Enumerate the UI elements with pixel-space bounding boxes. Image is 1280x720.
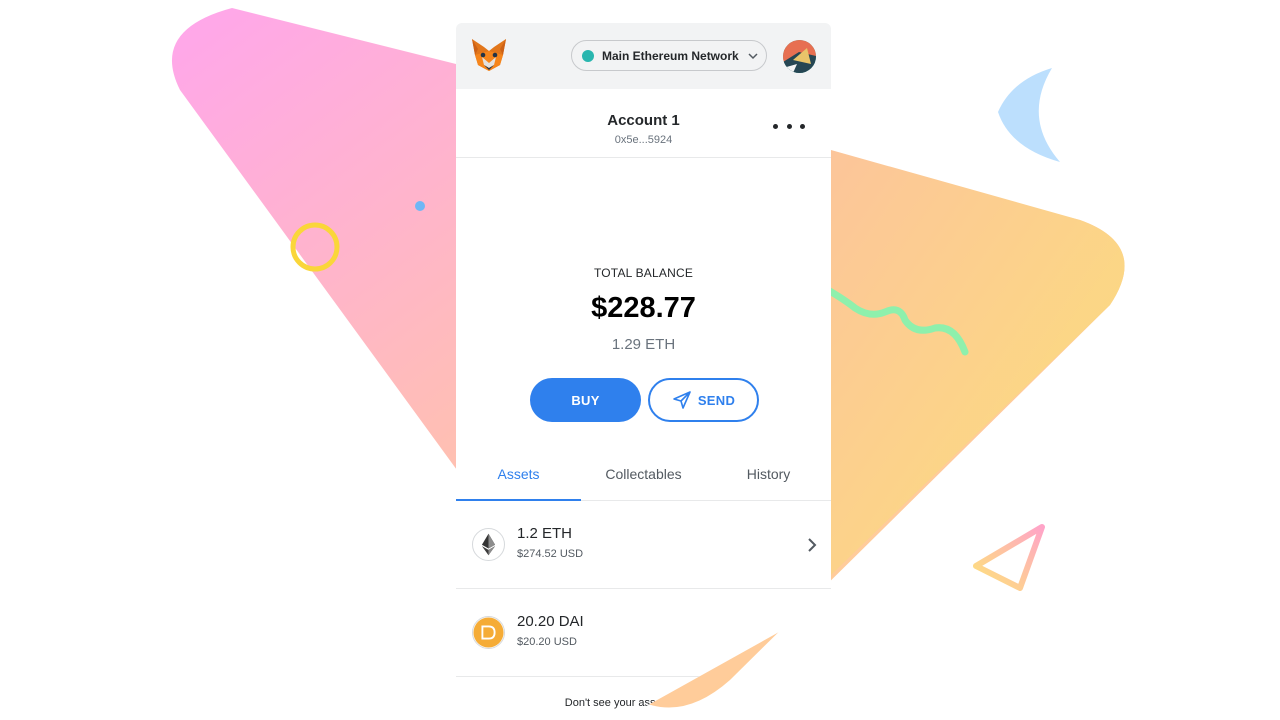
big-triangle-right-shape (831, 150, 1125, 575)
asset-usd-value: $274.52 USD (517, 548, 584, 560)
metamask-fox-icon (472, 39, 506, 71)
buy-button[interactable]: BUY (530, 378, 641, 422)
blue-dot-shape (415, 201, 425, 211)
asset-amount: 20.20 DAI (517, 613, 584, 630)
chevron-right-icon (808, 538, 817, 552)
tab-label: Collectables (605, 466, 682, 482)
network-selector[interactable]: Main Ethereum Network (571, 40, 767, 71)
buy-button-label: BUY (571, 392, 600, 408)
account-avatar[interactable] (783, 40, 816, 73)
send-arrow-icon (673, 391, 691, 409)
asset-amount: 1.2 ETH (517, 525, 573, 542)
more-options-icon[interactable] (773, 119, 805, 133)
top-bar: Main Ethereum Network (456, 23, 831, 89)
account-header: Account 1 0x5e...5924 (456, 89, 831, 158)
tab-history[interactable]: History (706, 459, 831, 500)
account-address[interactable]: 0x5e...5924 (456, 134, 831, 146)
balance-usd: $228.77 (591, 292, 696, 324)
tab-label: Assets (497, 466, 540, 482)
ethereum-icon (472, 528, 505, 561)
small-triangle-shape (973, 524, 1045, 591)
tab-label: History (746, 466, 791, 482)
send-button-label: SEND (697, 392, 736, 408)
chevron-down-icon (748, 52, 758, 59)
blue-moon-shape (998, 68, 1060, 162)
network-status-dot (582, 49, 594, 62)
send-button[interactable]: SEND (648, 378, 759, 422)
dai-icon (472, 616, 505, 649)
wallet-panel: Main Ethereum Network Account 1 0x5e...5… (456, 23, 831, 720)
wallet-main: Account 1 0x5e...5924 TOTAL BALANCE $228… (456, 89, 831, 720)
asset-usd-value: $20.20 USD (517, 636, 577, 648)
network-label: Main Ethereum Network (602, 48, 739, 63)
tab-bar: Assets Collectables History (456, 459, 831, 501)
tab-collectables[interactable]: Collectables (581, 459, 706, 500)
balance-eth: 1.29 ETH (611, 336, 676, 353)
balance-label: TOTAL BALANCE (593, 266, 694, 280)
asset-row-eth[interactable]: 1.2 ETH $274.52 USD (456, 501, 831, 589)
tab-assets[interactable]: Assets (456, 459, 581, 501)
